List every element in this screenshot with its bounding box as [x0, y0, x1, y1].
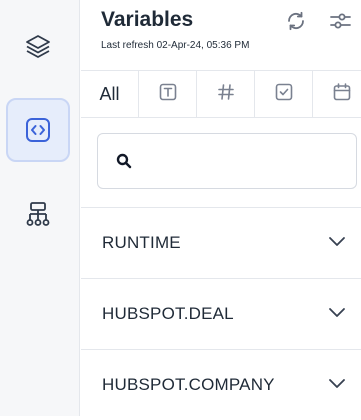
- section-hubspot-deal[interactable]: HUBSPOT.DEAL: [81, 278, 361, 349]
- refresh-button[interactable]: [281, 8, 311, 38]
- last-refresh-text: Last refresh 02-Apr-24, 05:36 PM: [101, 40, 250, 51]
- checkbox-icon: [274, 82, 294, 107]
- type-tabs: All: [81, 70, 361, 118]
- layers-icon: [23, 31, 53, 61]
- chevron-down-icon: [327, 231, 347, 256]
- search-icon: [116, 153, 132, 169]
- chevron-down-icon: [327, 302, 347, 327]
- rail-item-variables[interactable]: [6, 98, 70, 162]
- calendar-icon: [332, 82, 352, 107]
- code-brackets-icon: [23, 115, 53, 145]
- tab-all[interactable]: All: [81, 71, 139, 117]
- left-rail: [0, 0, 80, 416]
- variable-sections: RUNTIME HUBSPOT.DEAL HUBSPOT.COMPANY: [81, 207, 361, 420]
- search-box: [97, 133, 357, 189]
- number-hash-icon: [216, 82, 236, 107]
- page-title: Variables: [101, 8, 194, 31]
- variables-panel: Variables Last refresh 02-Apr-24, 05:36 …: [81, 0, 361, 416]
- section-hubspot-company[interactable]: HUBSPOT.COMPANY: [81, 349, 361, 420]
- hierarchy-icon: [23, 199, 53, 229]
- panel-header: Variables Last refresh 02-Apr-24, 05:36 …: [81, 0, 361, 68]
- refresh-icon: [284, 9, 308, 38]
- rail-item-layers[interactable]: [6, 14, 70, 78]
- chevron-down-icon: [327, 373, 347, 398]
- tab-date[interactable]: [313, 71, 361, 117]
- section-label: HUBSPOT.COMPANY: [102, 375, 275, 394]
- rail-item-hierarchy[interactable]: [6, 182, 70, 246]
- filter-settings-button[interactable]: [325, 8, 355, 38]
- search-input[interactable]: [140, 145, 344, 177]
- section-label: RUNTIME: [102, 233, 181, 252]
- tab-all-label: All: [99, 83, 120, 104]
- tab-boolean[interactable]: [255, 71, 313, 117]
- tab-number[interactable]: [197, 71, 255, 117]
- section-runtime[interactable]: RUNTIME: [81, 207, 361, 278]
- text-type-icon: [158, 82, 178, 107]
- section-label: HUBSPOT.DEAL: [102, 304, 234, 323]
- tab-text[interactable]: [139, 71, 197, 117]
- sliders-icon: [328, 9, 352, 38]
